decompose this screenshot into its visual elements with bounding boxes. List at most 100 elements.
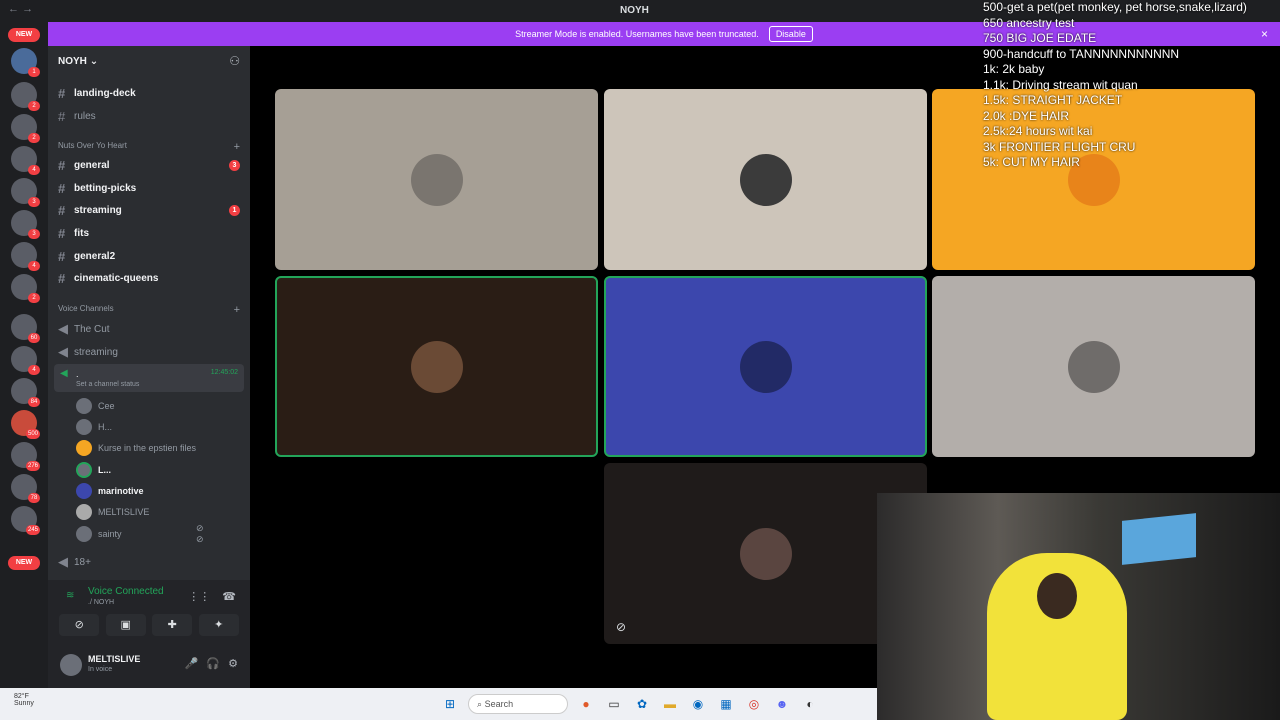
- banner-text: Streamer Mode is enabled. Usernames have…: [515, 29, 759, 39]
- avatar: [739, 340, 792, 393]
- avatar: [410, 153, 463, 206]
- category-voice-channels[interactable]: Voice Channels +: [58, 304, 240, 316]
- voice-user[interactable]: H...: [76, 419, 112, 435]
- channel-cinematic-queens[interactable]: # cinematic-queens: [58, 271, 240, 286]
- weather-widget[interactable]: 82°F Sunny: [14, 693, 34, 707]
- headphones-icon[interactable]: 🎧: [206, 657, 220, 670]
- disconnect-icon[interactable]: ☎: [222, 590, 236, 603]
- server-icon[interactable]: 245: [11, 506, 40, 535]
- invite-icon[interactable]: ⚇: [229, 54, 240, 68]
- voice-channel-18[interactable]: ◀ 18+: [58, 554, 240, 570]
- voice-panel: ≋ Voice Connected ./ NOYH ⋮⋮ ☎ ⊘ ▣ ✚ ✦ ME…: [48, 580, 250, 688]
- channel-rules[interactable]: # rules: [58, 109, 240, 124]
- channel-general2[interactable]: # general2: [58, 249, 240, 264]
- voice-connected-label[interactable]: Voice Connected: [88, 586, 164, 597]
- new-badge: NEW: [8, 28, 40, 42]
- server-icon[interactable]: 4: [11, 146, 40, 175]
- chrome-icon[interactable]: ◎: [744, 694, 764, 714]
- channel-landing-deck[interactable]: # landing-deck: [58, 86, 240, 101]
- stream-goals-overlay: 500-get a pet(pet monkey, pet horse,snak…: [983, 0, 1247, 169]
- add-channel-icon[interactable]: +: [234, 304, 240, 316]
- avatar: [76, 462, 92, 478]
- voice-user[interactable]: Kurse in the epstien files: [76, 440, 196, 456]
- server-icon[interactable]: 500: [11, 410, 40, 439]
- file-explorer-icon[interactable]: ▬: [660, 694, 680, 714]
- server-icon[interactable]: 2: [11, 82, 40, 111]
- participant-tile[interactable]: [275, 276, 598, 457]
- voice-user[interactable]: marinotive: [76, 483, 144, 499]
- server-list: NEW 1 2 2 4 3 3 4 2 60 4 84 500 276 78 2…: [0, 22, 48, 688]
- copilot-icon[interactable]: ✿: [632, 694, 652, 714]
- windows-start-icon[interactable]: ⊞: [440, 694, 460, 714]
- camera-off-icon[interactable]: ⊘: [59, 614, 100, 636]
- voice-user[interactable]: Cee: [76, 398, 115, 414]
- avatar: [739, 527, 792, 580]
- user-area[interactable]: MELTISLIVE In voice 🎤 🎧 ⚙: [56, 650, 242, 680]
- webcam-feed: [877, 493, 1280, 720]
- participant-tile[interactable]: [604, 89, 927, 270]
- participant-tile[interactable]: [275, 89, 598, 270]
- avatar: [76, 440, 92, 456]
- avatar: [76, 504, 92, 520]
- nav-arrows[interactable]: ← →: [8, 3, 33, 15]
- avatar: [76, 483, 92, 499]
- channel-streaming[interactable]: # streaming 1: [58, 203, 240, 218]
- obs-icon[interactable]: ◐: [800, 694, 820, 714]
- hash-icon: #: [58, 226, 66, 241]
- muted-icon: ⊘: [616, 620, 627, 634]
- search-input[interactable]: ⌕ Search: [468, 694, 568, 714]
- server-icon[interactable]: 1: [11, 48, 40, 77]
- server-icon[interactable]: 3: [11, 210, 40, 239]
- avatar: [76, 419, 92, 435]
- search-icon: ⌕: [477, 698, 483, 709]
- forward-icon[interactable]: →: [22, 3, 33, 15]
- widget-icon[interactable]: ●: [576, 694, 596, 714]
- soundboard-icon[interactable]: ✦: [198, 614, 239, 636]
- channel-betting-picks[interactable]: # betting-picks: [58, 181, 240, 196]
- channel-status[interactable]: Set a channel status: [76, 381, 139, 388]
- server-icon[interactable]: 78: [11, 474, 40, 503]
- hash-icon: #: [58, 271, 66, 286]
- channel-fits[interactable]: # fits: [58, 226, 240, 241]
- microphone-icon[interactable]: 🎤: [185, 657, 199, 670]
- server-icon[interactable]: 84: [11, 378, 40, 407]
- server-icon[interactable]: 60: [11, 314, 40, 343]
- voice-channel-the-cut[interactable]: ◀ The Cut: [58, 321, 240, 337]
- server-icon[interactable]: 2: [11, 114, 40, 143]
- channel-general[interactable]: # general 3: [58, 158, 240, 173]
- guild-name[interactable]: NOYH ⌄: [58, 56, 98, 67]
- screen-share-icon[interactable]: ▣: [105, 614, 146, 636]
- avatar: [1067, 340, 1120, 393]
- task-view-icon[interactable]: ▭: [604, 694, 624, 714]
- server-icon[interactable]: 3: [11, 178, 40, 207]
- voice-channel-streaming[interactable]: ◀ streaming: [58, 344, 240, 360]
- speaker-icon: ◀: [58, 344, 68, 359]
- server-icon[interactable]: 4: [11, 346, 40, 375]
- edge-icon[interactable]: ◉: [688, 694, 708, 714]
- participant-tile[interactable]: [932, 276, 1255, 457]
- voice-user[interactable]: MELTISLIVE: [76, 504, 149, 520]
- discord-icon[interactable]: ☻: [772, 694, 792, 714]
- unread-badge: 1: [229, 205, 240, 216]
- back-icon[interactable]: ←: [8, 3, 19, 15]
- disable-button[interactable]: Disable: [768, 26, 813, 42]
- store-icon[interactable]: ▦: [716, 694, 736, 714]
- server-icon[interactable]: 4: [11, 242, 40, 271]
- server-icon[interactable]: 2: [11, 274, 40, 303]
- active-voice-channel[interactable]: ◀ . 12:45:02 Set a channel status: [54, 364, 244, 392]
- avatar[interactable]: [60, 654, 82, 676]
- speaker-icon: ◀: [58, 554, 68, 569]
- voice-user[interactable]: L...: [76, 462, 111, 478]
- category-nuts-over-yo-heart[interactable]: Nuts Over Yo Heart +: [58, 141, 240, 153]
- activities-icon[interactable]: ✚: [152, 614, 193, 636]
- participant-tile[interactable]: [604, 276, 927, 457]
- voice-user[interactable]: sainty ⊘ ⊘: [76, 523, 204, 544]
- signal-icon[interactable]: ≋: [66, 590, 74, 601]
- taskbar: 82°F Sunny ⊞ ⌕ Search ● ▭ ✿ ▬ ◉ ▦ ◎ ☻ ◐: [0, 688, 877, 720]
- noise-suppression-icon[interactable]: ⋮⋮: [188, 590, 210, 603]
- voice-timer: 12:45:02: [210, 369, 238, 376]
- gear-icon[interactable]: ⚙: [228, 657, 238, 670]
- speaker-icon: ◀: [60, 368, 68, 379]
- add-channel-icon[interactable]: +: [234, 141, 240, 153]
- server-icon[interactable]: 276: [11, 442, 40, 471]
